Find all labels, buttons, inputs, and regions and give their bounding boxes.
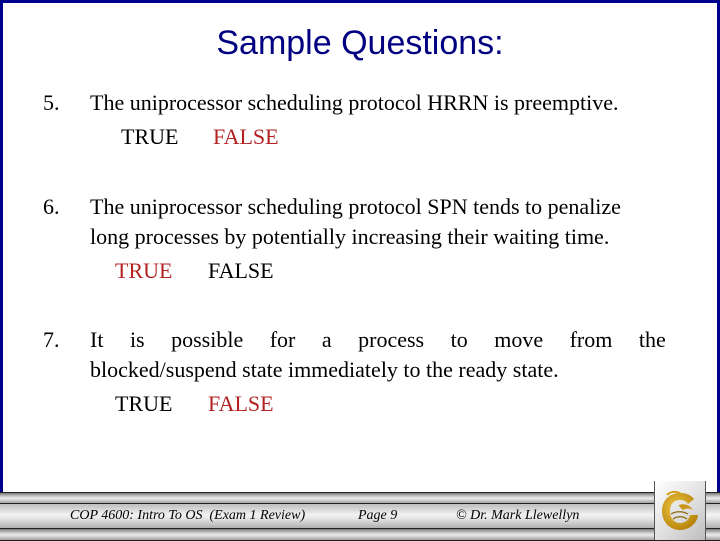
option-true: TRUE: [121, 124, 179, 149]
footer-course: COP 4600: Intro To OS (Exam 1 Review): [70, 508, 306, 523]
option-true-answer: TRUE: [115, 258, 173, 283]
option-false-answer: FALSE: [208, 391, 274, 416]
question-number: 6.: [43, 194, 60, 219]
question-number: 7.: [43, 327, 60, 352]
question-text-line: blocked/suspend state immediately to the…: [90, 357, 559, 382]
option-true: TRUE: [115, 391, 173, 416]
question-text-line: long processes by potentially increasing…: [90, 224, 610, 249]
option-false-answer: FALSE: [213, 124, 279, 149]
question-text-line: The uniprocessor scheduling protocol SPN…: [90, 194, 621, 219]
logo-box: [654, 481, 706, 540]
footer-copyright: © Dr. Mark Llewellyn: [456, 508, 580, 523]
ucf-pegasus-logo-icon: [662, 490, 698, 530]
question-text-line: It is possible for a process to move fro…: [90, 327, 666, 352]
option-false: FALSE: [208, 258, 274, 283]
question-text-line: The uniprocessor scheduling protocol HRR…: [90, 90, 619, 115]
footer-bar-bottom: [0, 528, 720, 541]
slide-frame: [0, 0, 720, 540]
slide-title: Sample Questions:: [216, 24, 504, 62]
footer-page-number: Page 9: [358, 508, 398, 523]
question-number: 5.: [43, 90, 60, 115]
slide-footer: COP 4600: Intro To OS (Exam 1 Review) Pa…: [0, 492, 720, 541]
